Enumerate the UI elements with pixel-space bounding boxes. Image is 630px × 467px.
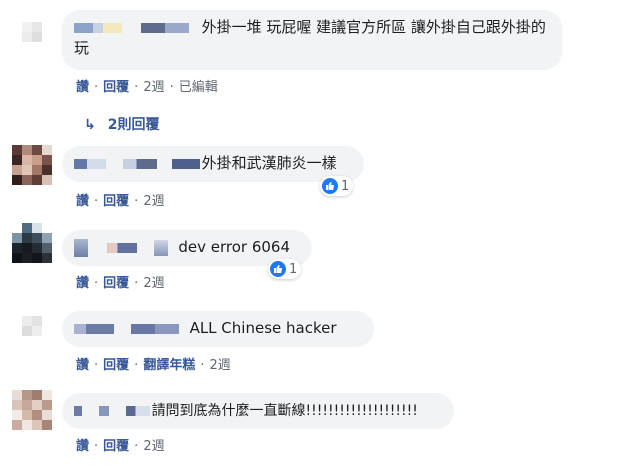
like-button[interactable]: 讚 [76, 80, 89, 95]
timestamp[interactable]: 2週 [209, 358, 230, 373]
reaction-badge[interactable]: 1 [320, 176, 354, 196]
author-name[interactable] [74, 22, 122, 33]
comment-actions: 讚 · 回覆 · 2週 [76, 276, 165, 291]
reaction-count: 1 [289, 261, 298, 277]
like-button[interactable]: 讚 [76, 358, 89, 373]
replies-count[interactable]: 2則回覆 [108, 117, 160, 133]
edited-label: 已編輯 [178, 80, 218, 95]
like-icon [270, 261, 286, 277]
comment-text: 外掛和武漢肺炎一樣 [201, 154, 337, 172]
comment-actions: 讚 · 回覆 · 2週 [76, 439, 165, 454]
comment-bubble: 請問到底為什麼一直斷線!!!!!!!!!!!!!!!!!!!! [62, 393, 454, 429]
timestamp[interactable]: 2週 [143, 439, 164, 454]
timestamp[interactable]: 2週 [143, 276, 164, 291]
comment-text: ALL Chinese hacker [189, 319, 337, 337]
author-name[interactable] [125, 405, 150, 416]
comment-bubble: 外掛和武漢肺炎一樣 [62, 146, 364, 182]
translate-button[interactable]: 翻譯年糕 [143, 358, 195, 373]
like-icon [322, 178, 338, 194]
reaction-count: 1 [341, 178, 350, 194]
comment-actions: 讚 · 回覆 · 翻譯年糕 · 2週 [76, 358, 231, 373]
author-name[interactable] [74, 158, 106, 169]
author-name[interactable] [171, 158, 200, 169]
reply-button[interactable]: 回覆 [103, 358, 129, 373]
like-button[interactable]: 讚 [76, 439, 89, 454]
reply-button[interactable]: 回覆 [103, 276, 129, 291]
author-name[interactable] [74, 405, 82, 416]
comment-bubble: 外掛一堆 玩屁喔 建議官方所區 讓外掛自己跟外掛的玩 [62, 10, 562, 70]
comment-text: dev error 6064 [178, 238, 290, 256]
author-name[interactable] [122, 158, 157, 169]
view-replies-link[interactable]: ↳ 2則回覆 [84, 114, 159, 134]
comment-bubble: ALL Chinese hacker [62, 311, 374, 347]
reply-button[interactable]: 回覆 [103, 80, 129, 95]
comment-actions: 讚 · 回覆 · 2週 · 已編輯 [76, 80, 218, 95]
comment-actions: 讚 · 回覆 · 2週 [76, 194, 165, 209]
avatar[interactable] [12, 223, 52, 263]
avatar[interactable] [12, 306, 52, 346]
reaction-badge[interactable]: 1 [268, 259, 302, 279]
author-name[interactable] [74, 238, 88, 257]
comment-text: 請問到底為什麼一直斷線!!!!!!!!!!!!!!!!!!!! [151, 403, 418, 419]
like-button[interactable]: 讚 [76, 194, 89, 209]
avatar[interactable] [12, 145, 52, 185]
reply-button[interactable]: 回覆 [103, 194, 129, 209]
author-name[interactable] [74, 323, 114, 334]
author-name[interactable] [140, 22, 189, 33]
author-name[interactable] [106, 242, 137, 253]
reply-button[interactable]: 回覆 [103, 439, 129, 454]
timestamp[interactable]: 2週 [143, 80, 164, 95]
author-name[interactable] [153, 239, 168, 256]
avatar[interactable] [12, 390, 52, 430]
author-name[interactable] [98, 405, 109, 416]
like-button[interactable]: 讚 [76, 276, 89, 291]
author-name[interactable] [130, 323, 179, 334]
avatar[interactable] [12, 12, 52, 52]
reply-arrow-icon: ↳ [84, 117, 96, 133]
timestamp[interactable]: 2週 [143, 194, 164, 209]
